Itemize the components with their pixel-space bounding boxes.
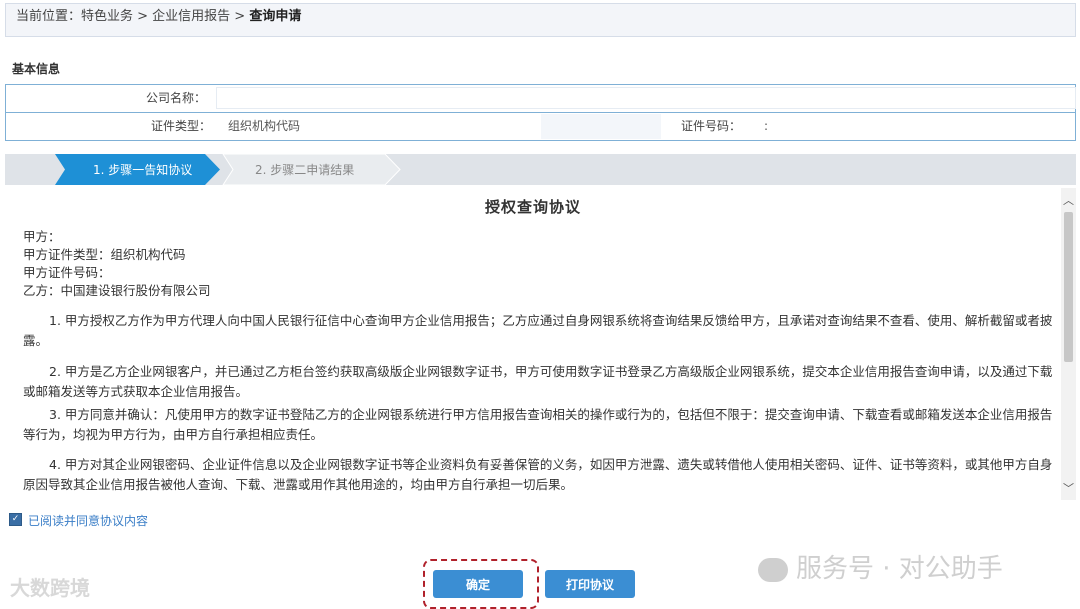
party-info: 甲方： 甲方证件类型：组织机构代码 甲方证件号码： 乙方：中国建设银行股份有限公… <box>23 228 211 300</box>
checkbox-checked-icon[interactable]: ✓ <box>9 513 22 526</box>
agree-checkbox-row[interactable]: ✓ 已阅读并同意协议内容 <box>9 512 148 529</box>
party-a-number: 甲方证件号码： <box>23 265 111 280</box>
agreement-clause-4: 4. 甲方对其企业网银密码、企业证件信息以及企业网银数字证书等企业资料负有妥善保… <box>23 457 1053 492</box>
document-type-label: 证件类型： <box>150 119 211 133</box>
agreement-panel: 授权查询协议 甲方： 甲方证件类型：组织机构代码 甲方证件号码： 乙方：中国建设… <box>5 188 1061 500</box>
agreement-clause-2: 2. 甲方是乙方企业网银客户，并已通过乙方柜台签约获取高级版企业网银数字证书，甲… <box>23 364 1053 399</box>
company-row: 公司名称： <box>6 85 1076 113</box>
step-1-label: 1. 步骤一告知协议 <box>93 163 193 177</box>
agree-label[interactable]: 已阅读并同意协议内容 <box>28 514 148 528</box>
scroll-up-icon[interactable]: ︿ <box>1061 192 1076 208</box>
agreement-clause-3: 3. 甲方同意并确认：凡使用甲方的数字证书登陆乙方的企业网银系统进行甲方信用报告… <box>23 407 1053 442</box>
print-agreement-button[interactable]: 打印协议 <box>545 570 635 598</box>
wechat-icon <box>758 557 788 582</box>
scroll-thumb[interactable] <box>1064 212 1073 362</box>
party-a: 甲方： <box>23 229 61 244</box>
document-number-value: : <box>764 119 769 133</box>
step-indicator: 1. 步骤一告知协议 2. 步骤二申请结果 <box>5 154 1076 185</box>
scroll-down-icon[interactable]: ﹀ <box>1061 480 1076 496</box>
agreement-clause-1: 1. 甲方授权乙方作为甲方代理人向中国人民银行征信中心查询甲方企业信用报告；乙方… <box>23 313 1053 348</box>
watermark-left: 大数跨境 <box>10 576 90 600</box>
confirm-button[interactable]: 确定 <box>433 570 523 598</box>
breadcrumb-current: 查询申请 <box>249 9 302 24</box>
party-a-type: 甲方证件类型：组织机构代码 <box>23 247 186 262</box>
step-2-label: 2. 步骤二申请结果 <box>255 163 355 177</box>
basic-info-table: 公司名称： 证件类型： 组织机构代码 证件号码： : <box>5 84 1076 141</box>
document-number-label: 证件号码： <box>680 119 741 133</box>
document-type-value: 组织机构代码 <box>228 119 301 133</box>
agreement-title: 授权查询协议 <box>484 198 581 216</box>
document-row: 证件类型： 组织机构代码 证件号码： : <box>6 113 1075 140</box>
company-name-field <box>216 87 1076 109</box>
breadcrumb: 当前位置：特色业务 > 企业信用报告 > 查询申请 <box>5 3 1076 37</box>
section-title: 基本信息 <box>12 62 61 76</box>
company-name-label: 公司名称： <box>145 91 206 105</box>
watermark-right: 服务号 · 对公助手 <box>758 548 1003 585</box>
breadcrumb-path: 当前位置：特色业务 > 企业信用报告 > <box>16 9 250 24</box>
agreement-scrollbar[interactable]: ︿ ﹀ <box>1061 188 1076 500</box>
party-b: 乙方：中国建设银行股份有限公司 <box>23 283 211 298</box>
